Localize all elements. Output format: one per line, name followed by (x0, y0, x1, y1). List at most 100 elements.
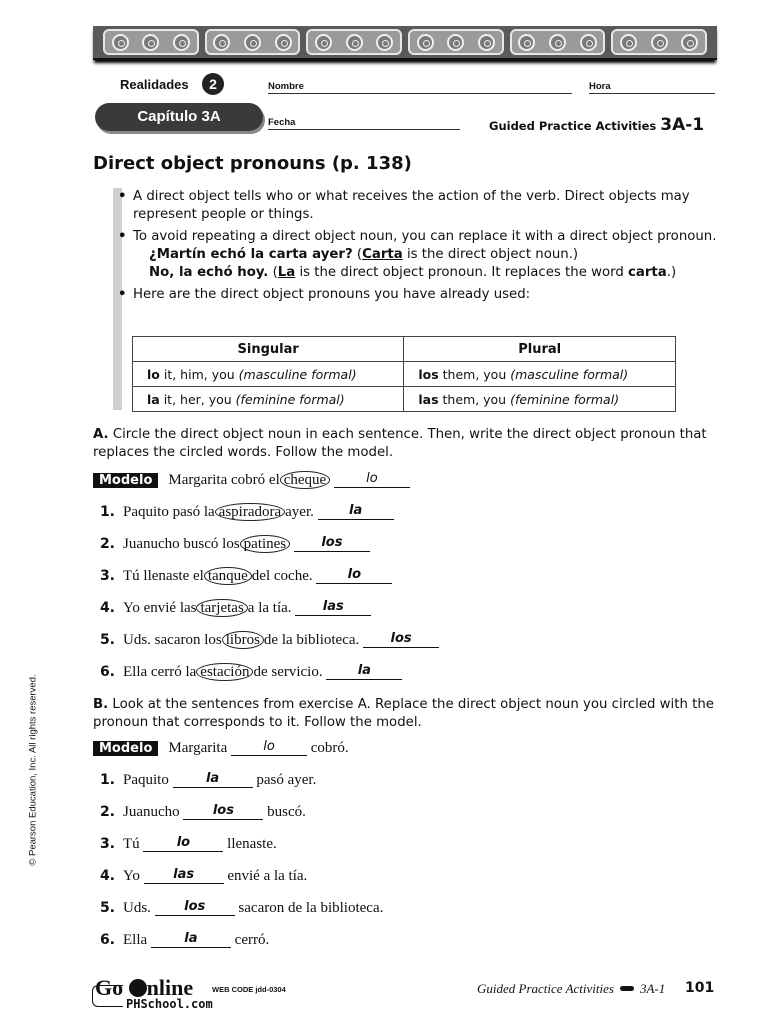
swirl-icon (376, 33, 394, 51)
banner-tile (103, 29, 199, 55)
exercise-a-item: 1. Paquito pasó la aspiradora ayer. la (93, 502, 394, 522)
table-row: la it, her, you (feminine formal) las th… (131, 386, 676, 412)
banner-tile (611, 29, 708, 55)
explanation-bullets: A direct object tells who or what receiv… (115, 188, 720, 308)
table-header-row: Singular Plural (131, 336, 676, 362)
sentence-before: Ella (123, 932, 148, 948)
sentence-after: de la biblioteca. (263, 632, 360, 648)
bullet-item: A direct object tells who or what receiv… (115, 188, 720, 224)
underlined-word: La (277, 265, 296, 280)
bullet-text: To avoid repeating a direct object noun,… (133, 229, 717, 244)
sentence-before: Uds. sacaron los (123, 632, 222, 648)
hour-field[interactable] (589, 93, 715, 94)
circled-noun: tarjetas (196, 599, 248, 617)
item-number: 1. (99, 772, 115, 788)
activity-label: Guided Practice Activities (489, 119, 657, 133)
answer-blank[interactable]: lo (316, 567, 393, 584)
note: (feminine formal) (235, 391, 345, 407)
exercise-b-model: Modelo Margarita lo cobró. (93, 738, 349, 758)
banner-tile (306, 29, 403, 55)
note: (masculine formal) (238, 366, 357, 382)
swirl-icon (650, 33, 668, 51)
swirl-icon (142, 33, 160, 51)
example-answer-text: No, la echó hoy. (149, 265, 269, 280)
answer-blank[interactable]: la (317, 503, 394, 520)
swirl-icon (579, 33, 597, 51)
pronoun: lo (147, 366, 160, 382)
model-label: Modelo (93, 741, 159, 756)
note: (masculine formal) (510, 366, 629, 382)
answer-blank[interactable]: lo (231, 739, 308, 756)
answer-blank[interactable]: los (363, 631, 440, 648)
table-cell: la it, her, you (feminine formal) (131, 386, 405, 412)
answer-blank[interactable]: la (150, 931, 231, 948)
sentence-after: cerró. (234, 932, 270, 948)
pronoun: las (418, 391, 439, 407)
sentence-after: a la tía. (247, 600, 292, 616)
answer-blank[interactable]: los (154, 899, 235, 916)
sentence-before: Paquito pasó la (123, 504, 215, 520)
answer-blank[interactable]: lo (143, 835, 224, 852)
answer-blank[interactable]: las (295, 599, 372, 616)
sentence-before: Tú llenaste el (123, 568, 204, 584)
sentence-before: Juanucho (123, 804, 180, 820)
exercise-a-model: Modelo Margarita cobró el cheque lo (93, 470, 410, 490)
activity-title: Guided Practice Activities 3A-1 (489, 115, 704, 135)
example-note: is the direct object noun.) (402, 247, 579, 262)
item-number: 3. (99, 836, 115, 852)
answer-blank[interactable]: lo (333, 471, 410, 488)
swirl-icon (111, 33, 129, 51)
exercise-b-item: 5. Uds. los sacaron de la biblioteca. (93, 898, 383, 918)
book-title: Guided Practice Activities (477, 981, 614, 996)
section-title: Direct object pronouns (p. 138) (93, 153, 412, 174)
series-title: Realidades (120, 77, 189, 92)
swirl-icon (620, 33, 638, 51)
name-field[interactable] (268, 93, 572, 94)
exercise-b-item: 4. Yo las envié a la tía. (93, 866, 307, 886)
bullet-item: Here are the direct object pronouns you … (115, 286, 720, 304)
decorative-banner (93, 26, 717, 60)
note: (feminine formal) (510, 391, 620, 407)
dash-icon (619, 986, 634, 991)
answer-blank[interactable]: la (326, 663, 403, 680)
website-link[interactable]: PHSchool.com (126, 997, 213, 1011)
swirl-icon (172, 33, 190, 51)
globe-icon (128, 979, 147, 997)
underlined-word: Carta (362, 247, 403, 262)
answer-blank[interactable]: los (293, 535, 370, 552)
item-number: 5. (99, 900, 115, 916)
pronoun: los (418, 366, 439, 382)
swirl-icon (447, 33, 465, 51)
example-question-text: ¿Martín echó la carta ayer? (149, 247, 353, 262)
sentence-after: envié a la tía. (227, 868, 308, 884)
exercise-a-item: 4. Yo envié las tarjetas a la tía. las (93, 598, 372, 618)
exercise-a-item: 2. Juanucho buscó los patines los (93, 534, 370, 554)
exercise-b-item: 2. Juanucho los buscó. (93, 802, 306, 822)
column-header: Singular (131, 336, 405, 362)
date-field[interactable] (268, 129, 460, 130)
answer-blank[interactable]: la (172, 771, 253, 788)
banner-tile (509, 29, 606, 55)
chapter-badge: Capítulo 3A (95, 103, 263, 131)
item-number: 4. (99, 868, 115, 884)
bullet-item: To avoid repeating a direct object noun,… (115, 228, 720, 282)
banner-tile (204, 29, 301, 55)
example-answer: No, la echó hoy. (La is the direct objec… (115, 264, 720, 282)
answer-blank[interactable]: las (143, 867, 224, 884)
sentence-before: Uds. (123, 900, 151, 916)
circled-noun: libros (221, 631, 264, 649)
swirl-icon (274, 33, 292, 51)
sentence-after: buscó. (267, 804, 306, 820)
item-number: 2. (99, 804, 115, 820)
swirl-icon (549, 33, 566, 51)
item-number: 6. (99, 932, 115, 948)
footer-book-title: Guided Practice Activities 3A-1 (477, 981, 665, 997)
meaning: them, you (438, 391, 511, 407)
item-number: 6. (99, 664, 115, 680)
item-number: 1. (99, 504, 115, 520)
swirl-icon (681, 33, 699, 51)
circled-noun: cheque (279, 471, 331, 489)
level-badge: 2 (202, 73, 224, 95)
paren: ( (268, 265, 278, 280)
answer-blank[interactable]: los (183, 803, 264, 820)
